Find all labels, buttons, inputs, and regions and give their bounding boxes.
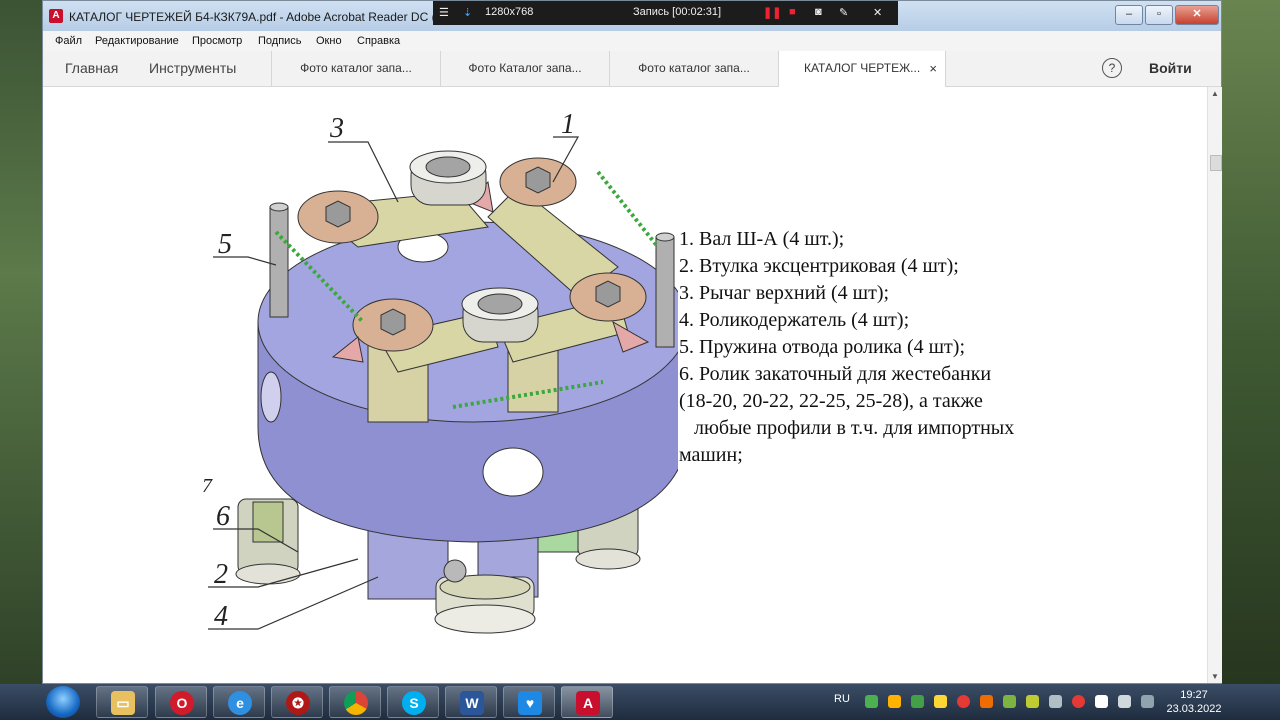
pause-icon[interactable]: ❚❚ — [763, 6, 781, 19]
explorer-icon: ▭ — [111, 691, 135, 715]
pin-icon[interactable]: ⇣ — [463, 6, 472, 19]
desktop-background-right — [1222, 0, 1280, 684]
tray-icon[interactable] — [1003, 695, 1016, 708]
skype-icon: S — [402, 691, 426, 715]
taskbar: ▭ O e ✪ S W ♥ A RU 19:27 23.03.2022 — [0, 684, 1280, 720]
menu-edit[interactable]: Редактирование — [95, 35, 179, 47]
callout-2: 2 — [214, 559, 228, 590]
menu-view[interactable]: Просмотр — [192, 35, 242, 47]
flag-icon[interactable] — [1095, 695, 1108, 708]
recorder-resolution: 1280x768 — [485, 6, 534, 18]
tray-icon[interactable] — [865, 695, 878, 708]
scroll-up-icon[interactable]: ▲ — [1211, 89, 1219, 98]
part-line: 1. Вал Ш-А (4 шт.); — [679, 228, 845, 250]
tray-icon[interactable] — [911, 695, 924, 708]
menu-icon[interactable]: ☰ — [439, 6, 449, 19]
language-indicator[interactable]: RU — [834, 693, 850, 705]
callout-4: 4 — [214, 601, 228, 632]
callout-3: 3 — [329, 113, 344, 144]
menu-sign[interactable]: Подпись — [258, 35, 302, 47]
network-icon[interactable] — [1141, 695, 1154, 708]
tray-icon[interactable] — [934, 695, 947, 708]
recorder-status: Запись [00:02:31] — [633, 6, 722, 18]
tab-doc-3[interactable]: Фото каталог запа... — [609, 51, 778, 86]
camera-icon[interactable]: ◙ — [815, 6, 822, 18]
chrome-icon — [344, 691, 368, 715]
part-line: машин; — [679, 444, 743, 466]
part-line: 3. Рычаг верхний (4 шт); — [679, 282, 890, 304]
tab-active-catalog[interactable]: КАТАЛОГ ЧЕРТЕЖ... × — [778, 51, 946, 87]
clock[interactable]: 19:27 23.03.2022 — [1158, 688, 1230, 716]
acrobat-icon: A — [576, 691, 600, 715]
menu-file[interactable]: Файл — [55, 35, 82, 47]
callout-6: 6 — [216, 501, 230, 532]
main-housing — [257, 221, 678, 543]
tray-icon[interactable] — [888, 695, 901, 708]
tray-icon[interactable] — [980, 695, 993, 708]
callout-7: 7 — [202, 475, 213, 497]
window-title: КАТАЛОГ ЧЕРТЕЖЕЙ Б4-КЗК79А.pdf - Adobe A… — [69, 10, 453, 24]
maximize-button[interactable]: ▫ — [1145, 5, 1173, 25]
tab-home[interactable]: Главная — [65, 51, 118, 86]
tab-tools[interactable]: Инструменты — [149, 51, 236, 86]
start-button[interactable] — [46, 686, 80, 718]
tab-active-label: КАТАЛОГ ЧЕРТЕЖ... — [804, 61, 921, 75]
document-page[interactable]: 3 1 5 7 6 2 4 1. Вал Ш-А (4 шт.); 2. Вту… — [43, 87, 1207, 683]
vertical-scrollbar[interactable]: ▲ ▼ — [1207, 87, 1222, 683]
clock-time: 19:27 — [1180, 689, 1208, 701]
window-controls: – ▫ ✕ — [1115, 5, 1219, 25]
part-line: 6. Ролик закаточный для жестебанки — [679, 363, 992, 385]
recorder-close-icon[interactable]: ✕ — [873, 6, 882, 19]
roller-head-drawing: 3 1 5 7 6 2 4 — [202, 109, 678, 634]
part-line: 5. Пружина отвода ролика (4 шт); — [679, 336, 966, 358]
acrobat-icon: A — [49, 9, 63, 23]
app-icon: ✪ — [286, 691, 310, 715]
acrobat-window: A КАТАЛОГ ЧЕРТЕЖЕЙ Б4-КЗК79А.pdf - Adobe… — [42, 0, 1222, 684]
heart-icon: ♥ — [518, 691, 542, 715]
taskbar-chrome[interactable] — [329, 686, 381, 718]
part-line: (18-20, 20-22, 22-25, 25-28), а также — [679, 390, 983, 412]
tab-bar: Главная Инструменты Фото каталог запа...… — [43, 51, 1221, 87]
record-icon[interactable] — [957, 695, 970, 708]
menu-bar: Файл Редактирование Просмотр Подпись Окн… — [43, 31, 1221, 52]
volume-icon[interactable] — [1118, 695, 1131, 708]
taskbar-word[interactable]: W — [445, 686, 497, 718]
taskbar-heart[interactable]: ♥ — [503, 686, 555, 718]
minimize-button[interactable]: – — [1115, 5, 1143, 25]
close-button[interactable]: ✕ — [1175, 5, 1219, 25]
help-icon[interactable]: ? — [1102, 58, 1122, 78]
taskbar-explorer[interactable]: ▭ — [96, 686, 148, 718]
taskbar-skype[interactable]: S — [387, 686, 439, 718]
word-icon: W — [460, 691, 484, 715]
stop-icon[interactable]: ■ — [789, 6, 796, 18]
tray-icon[interactable] — [1072, 695, 1085, 708]
taskbar-app[interactable]: ✪ — [271, 686, 323, 718]
callout-1: 1 — [561, 109, 575, 140]
tray-icon[interactable] — [1049, 695, 1062, 708]
part-line: 2. Втулка эксцентриковая (4 шт); — [679, 255, 959, 277]
scroll-thumb[interactable] — [1210, 155, 1222, 171]
part-line: любые профили в т.ч. для импортных — [679, 417, 1015, 439]
pen-icon[interactable]: ✎ — [839, 6, 848, 19]
recorder-toolbar: ☰ ⇣ 1280x768 Запись [00:02:31] ❚❚ ■ ◙ ✎ … — [433, 1, 898, 25]
parts-list: 1. Вал Ш-А (4 шт.); 2. Втулка эксцентрик… — [679, 226, 1099, 469]
tab-doc-2[interactable]: Фото Каталог запа... — [440, 51, 609, 86]
callout-5: 5 — [218, 229, 232, 260]
tray-icon[interactable] — [1026, 695, 1039, 708]
ie-icon: e — [228, 691, 252, 715]
opera-icon: O — [170, 691, 194, 715]
desktop-background — [0, 0, 42, 684]
title-bar[interactable]: A КАТАЛОГ ЧЕРТЕЖЕЙ Б4-КЗК79А.pdf - Adobe… — [43, 1, 1221, 31]
menu-help[interactable]: Справка — [357, 35, 400, 47]
scroll-down-icon[interactable]: ▼ — [1211, 672, 1219, 681]
tab-doc-1[interactable]: Фото каталог запа... — [271, 51, 440, 86]
taskbar-acrobat[interactable]: A — [561, 686, 613, 718]
part-line: 4. Роликодержатель (4 шт); — [679, 309, 910, 331]
signin-button[interactable]: Войти — [1149, 51, 1192, 86]
clock-date: 23.03.2022 — [1166, 703, 1222, 715]
menu-window[interactable]: Окно — [316, 35, 342, 47]
tab-close-icon[interactable]: × — [929, 51, 937, 86]
taskbar-ie[interactable]: e — [213, 686, 265, 718]
taskbar-opera[interactable]: O — [155, 686, 207, 718]
